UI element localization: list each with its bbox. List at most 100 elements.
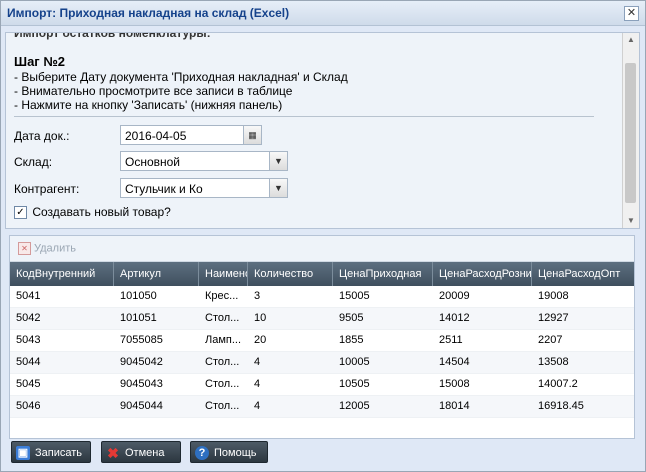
items-grid: ✕Удалить КодВнутренний Артикул Наименова… [9, 235, 635, 439]
import-dialog: Импорт: Приходная накладная на склад (Ex… [0, 0, 646, 472]
table-row[interactable]: 5045 9045043 Стол... 4 10505 15008 14007… [10, 374, 634, 396]
cancel-icon: ✖ [107, 445, 119, 462]
cell-article: 9045043 [120, 378, 163, 390]
divider [14, 116, 594, 117]
cell-wholesale-price: 19008 [538, 290, 569, 302]
cell-name: Крес... [205, 290, 239, 302]
scrollbar-thumb[interactable] [625, 63, 636, 203]
cell-article: 7055085 [120, 334, 163, 346]
cell-name: Ламп... [205, 334, 242, 346]
cancel-button[interactable]: ✖ Отмена [101, 441, 181, 463]
cell-quantity: 3 [254, 290, 261, 302]
cell-article: 101050 [120, 290, 157, 302]
chevron-down-icon[interactable]: ▼ [269, 179, 287, 197]
date-value: 2016-04-05 [125, 129, 187, 143]
date-label: Дата док.: [14, 129, 70, 143]
delete-icon: ✕ [18, 242, 31, 255]
warehouse-value: Основной [125, 155, 181, 169]
cell-purchase-price: 10005 [339, 356, 370, 368]
save-icon: ▣ [16, 446, 30, 461]
grid-body: 5041 101050 Крес... 3 15005 20009 19008 … [10, 286, 634, 418]
cell-retail-price: 2511 [439, 334, 463, 346]
cell-quantity: 4 [254, 356, 261, 368]
cell-quantity: 4 [254, 378, 261, 390]
table-row[interactable]: 5044 9045042 Стол... 4 10005 14504 13508 [10, 352, 634, 374]
create-new-checkbox[interactable]: ✓ [14, 206, 27, 220]
cell-code: 5041 [16, 290, 41, 302]
cell-purchase-price: 9505 [339, 312, 364, 324]
cell-quantity: 10 [254, 312, 267, 324]
cell-name: Стол... [205, 400, 240, 412]
create-new-label: Создавать новый товар? [32, 205, 171, 219]
cell-name: Стол... [205, 312, 240, 324]
delete-button[interactable]: ✕ Удалить [18, 242, 76, 255]
cell-code: 5046 [16, 400, 41, 412]
create-new-row: ✓ Создавать новый товар? [14, 205, 171, 220]
column-header[interactable]: Количество [248, 262, 333, 286]
form-scrollbar[interactable]: ▲ ▼ [622, 33, 639, 228]
date-field[interactable]: 2016-04-05 ▦ [120, 125, 262, 145]
grid-toolbar: ✕ Удалить [10, 236, 634, 262]
table-row[interactable]: 5046 9045044 Стол... 4 12005 18014 16918… [10, 396, 634, 418]
step-title: Шаг №2 [14, 54, 66, 69]
column-header[interactable]: ЦенаРасходОпт [532, 262, 634, 286]
cell-code: 5045 [16, 378, 41, 390]
cell-code: 5043 [16, 334, 41, 346]
cell-retail-price: 15008 [439, 378, 470, 390]
bottom-toolbar: ▣ Записать ✖ Отмена ? Помощь [1, 439, 645, 471]
cell-name: Стол... [205, 378, 240, 390]
cell-name: Стол... [205, 356, 240, 368]
cell-retail-price: 14504 [439, 356, 470, 368]
column-header[interactable]: Наименование [199, 262, 248, 286]
cell-wholesale-price: 12927 [538, 312, 569, 324]
cell-article: 101051 [120, 312, 157, 324]
warehouse-label: Склад: [14, 155, 53, 169]
form-panel: Импорт остатков номенклатуры: Шаг №2 - В… [5, 32, 640, 229]
table-row[interactable]: 5043 7055085 Ламп... 20 1855 2511 2207 [10, 330, 634, 352]
help-icon: ? [195, 446, 209, 461]
section-heading: Импорт остатков номенклатуры: [14, 32, 211, 40]
cell-code: 5044 [16, 356, 41, 368]
cell-quantity: 20 [254, 334, 267, 346]
cell-retail-price: 20009 [439, 290, 470, 302]
counterparty-value: Стульчик и Ко [125, 182, 203, 196]
column-header[interactable]: ЦенаРасходРозница [433, 262, 532, 286]
help-button[interactable]: ? Помощь [190, 441, 268, 463]
cell-retail-price: 14012 [439, 312, 470, 324]
cell-code: 5042 [16, 312, 41, 324]
step-instruction: - Нажмите на кнопку 'Записать' (нижняя п… [14, 98, 283, 112]
cell-purchase-price: 12005 [339, 400, 370, 412]
form-content: Импорт остатков номенклатуры: Шаг №2 - В… [6, 33, 622, 228]
cell-quantity: 4 [254, 400, 261, 412]
cell-article: 9045044 [120, 400, 163, 412]
column-header[interactable]: КодВнутренний [10, 262, 114, 286]
cell-wholesale-price: 16918.45 [538, 400, 584, 412]
step-instruction: - Выберите Дату документа 'Приходная нак… [14, 70, 348, 84]
cell-purchase-price: 1855 [339, 334, 364, 346]
title-bar[interactable]: Импорт: Приходная накладная на склад (Ex… [1, 1, 645, 26]
table-row[interactable]: 5042 101051 Стол... 10 9505 14012 12927 [10, 308, 634, 330]
grid-header: КодВнутренний Артикул Наименование Колич… [10, 262, 634, 286]
cell-article: 9045042 [120, 356, 163, 368]
save-label: Записать [35, 447, 83, 459]
column-header[interactable]: ЦенаПриходная [333, 262, 433, 286]
cancel-label: Отмена [125, 447, 165, 459]
scroll-up-icon[interactable]: ▲ [623, 33, 639, 47]
cell-purchase-price: 10505 [339, 378, 370, 390]
cell-retail-price: 18014 [439, 400, 470, 412]
scroll-down-icon[interactable]: ▼ [623, 214, 639, 228]
cell-wholesale-price: 14007.2 [538, 378, 578, 390]
column-header[interactable]: Артикул [114, 262, 199, 286]
warehouse-select[interactable]: Основной ▼ [120, 151, 288, 171]
counterparty-select[interactable]: Стульчик и Ко ▼ [120, 178, 288, 198]
save-button[interactable]: ▣ Записать [11, 441, 91, 463]
counterparty-label: Контрагент: [14, 182, 80, 196]
close-icon[interactable]: ✕ [624, 6, 639, 21]
delete-label: Удалить [34, 242, 76, 255]
step-instruction: - Внимательно просмотрите все записи в т… [14, 84, 293, 98]
cell-purchase-price: 15005 [339, 290, 370, 302]
calendar-icon[interactable]: ▦ [243, 126, 261, 144]
table-row[interactable]: 5041 101050 Крес... 3 15005 20009 19008 [10, 286, 634, 308]
chevron-down-icon[interactable]: ▼ [269, 152, 287, 170]
dialog-title: Импорт: Приходная накладная на склад (Ex… [7, 6, 290, 20]
